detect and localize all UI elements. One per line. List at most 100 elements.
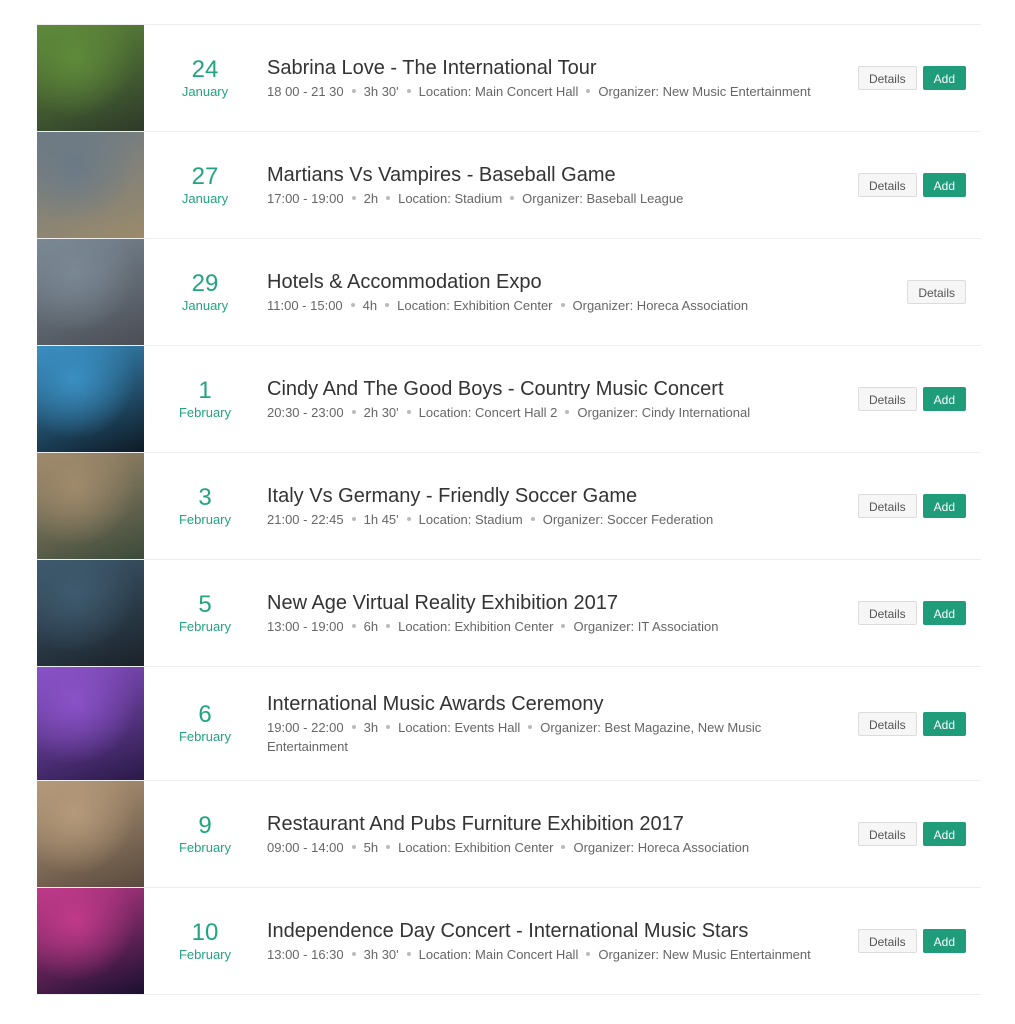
event-title[interactable]: Independence Day Concert - International… — [267, 919, 841, 943]
add-button[interactable]: Add — [922, 711, 966, 736]
separator-dot — [351, 624, 356, 629]
event-month: February — [178, 729, 232, 744]
event-actions: Details Add — [857, 888, 966, 994]
event-row: 9 February Restaurant And Pubs Furniture… — [37, 781, 981, 888]
event-location: Location: Events Hall — [398, 719, 521, 735]
add-button[interactable]: Add — [922, 601, 966, 625]
event-date: 29 January — [144, 239, 266, 345]
details-button[interactable]: Details — [857, 494, 917, 518]
event-title[interactable]: Martians Vs Vampires - Baseball Game — [267, 163, 841, 187]
event-thumbnail[interactable] — [37, 667, 144, 780]
event-duration: 3h — [363, 719, 379, 735]
event-location: Location: Concert Hall 2 — [418, 404, 558, 420]
event-location: Location: Main Concert Hall — [418, 946, 579, 962]
event-time: 21:00 - 22:45 — [267, 511, 344, 527]
event-thumbnail[interactable] — [37, 453, 144, 559]
event-row: 27 January Martians Vs Vampires - Baseba… — [37, 132, 981, 239]
details-button[interactable]: Details — [857, 929, 917, 953]
event-location: Location: Stadium — [398, 190, 503, 206]
event-thumbnail[interactable] — [37, 560, 144, 666]
event-day: 29 — [191, 269, 219, 297]
event-day: 9 — [198, 811, 212, 839]
event-thumbnail[interactable] — [37, 888, 144, 994]
event-date: 10 February — [144, 888, 266, 994]
event-title[interactable]: Sabrina Love - The International Tour — [267, 56, 841, 80]
events-list: 24 January Sabrina Love - The Internatio… — [37, 24, 981, 995]
event-thumbnail[interactable] — [37, 132, 144, 238]
separator-dot — [351, 725, 356, 730]
event-organizer: Organizer: IT Association — [573, 618, 719, 634]
event-thumbnail[interactable] — [37, 239, 144, 345]
event-row: 24 January Sabrina Love - The Internatio… — [37, 25, 981, 132]
event-meta: 18 00 - 21 30 3h 30' Location: Main Concer… — [267, 82, 841, 101]
event-location: Location: Stadium — [418, 511, 523, 527]
event-date: 6 February — [144, 667, 266, 780]
event-time: 18 00 - 21 30 — [267, 83, 344, 99]
event-duration: 6h — [363, 618, 379, 634]
separator-dot — [386, 624, 391, 629]
details-button[interactable]: Details — [857, 601, 917, 625]
event-date: 27 January — [144, 132, 266, 238]
separator-dot — [565, 410, 570, 415]
event-info: New Age Virtual Reality Exhibition 2017 … — [267, 560, 841, 666]
event-title[interactable]: New Age Virtual Reality Exhibition 2017 — [267, 591, 841, 615]
event-date: 5 February — [144, 560, 266, 666]
details-button[interactable]: Details — [857, 66, 917, 90]
details-button[interactable]: Details — [907, 280, 966, 304]
event-title[interactable]: Italy Vs Germany - Friendly Soccer Game — [267, 484, 841, 508]
event-date: 9 February — [144, 781, 266, 887]
separator-dot — [530, 517, 535, 522]
event-date: 24 January — [144, 25, 266, 131]
separator-dot — [586, 952, 591, 957]
event-location: Location: Exhibition Center — [398, 618, 554, 634]
separator-dot — [386, 845, 391, 850]
event-actions: Details Add — [857, 346, 966, 452]
add-button[interactable]: Add — [922, 66, 966, 90]
details-button[interactable]: Details — [857, 387, 917, 411]
separator-dot — [351, 845, 356, 850]
event-time: 09:00 - 14:00 — [267, 839, 344, 855]
event-month: January — [181, 297, 229, 313]
separator-dot — [386, 725, 391, 730]
event-duration: 2h — [363, 190, 379, 206]
event-meta: 13:00 - 19:00 6h Location: Exhibition Cent… — [267, 617, 841, 636]
event-info: Independence Day Concert - International… — [267, 888, 841, 994]
separator-dot — [561, 845, 566, 850]
add-button[interactable]: Add — [922, 494, 966, 518]
details-button[interactable]: Details — [857, 711, 917, 736]
add-button[interactable]: Add — [922, 822, 966, 846]
event-organizer: Organizer: Horeca Association — [573, 839, 750, 855]
add-button[interactable]: Add — [922, 387, 966, 411]
event-info: Cindy And The Good Boys - Country Music … — [267, 346, 841, 452]
event-title[interactable]: Cindy And The Good Boys - Country Music … — [267, 377, 841, 401]
add-button[interactable]: Add — [922, 929, 966, 953]
event-title[interactable]: International Music Awards Ceremony — [267, 692, 841, 716]
add-button[interactable]: Add — [922, 173, 966, 197]
event-month: February — [178, 839, 232, 855]
event-thumbnail[interactable] — [37, 781, 144, 887]
event-actions: Details Add — [857, 25, 966, 131]
event-info: Hotels & Accommodation Expo 11:00 - 15:0… — [267, 239, 841, 345]
event-title[interactable]: Hotels & Accommodation Expo — [267, 270, 841, 294]
separator-dot — [560, 303, 565, 308]
event-thumbnail[interactable] — [37, 346, 144, 452]
event-organizer: Organizer: Cindy International — [577, 404, 751, 420]
event-day: 10 — [191, 918, 219, 946]
event-thumbnail[interactable] — [37, 25, 144, 131]
event-title[interactable]: Restaurant And Pubs Furniture Exhibition… — [267, 812, 841, 836]
event-duration: 3h 30' — [363, 946, 399, 962]
event-meta: 17:00 - 19:00 2h Location: Stadium Organize… — [267, 189, 841, 208]
separator-dot — [528, 725, 533, 730]
event-day: 1 — [198, 376, 212, 404]
event-actions: Details Add — [857, 453, 966, 559]
event-location: Location: Main Concert Hall — [418, 83, 579, 99]
event-meta: 11:00 - 15:00 4h Location: Exhibition Cent… — [267, 296, 841, 315]
event-duration: 2h 30' — [363, 404, 399, 420]
event-meta: 09:00 - 14:00 5h Location: Exhibition Cent… — [267, 838, 841, 857]
event-day: 24 — [191, 55, 219, 83]
separator-dot — [406, 410, 411, 415]
details-button[interactable]: Details — [857, 822, 917, 846]
event-location: Location: Exhibition Center — [397, 297, 553, 313]
event-info: Martians Vs Vampires - Baseball Game 17:… — [267, 132, 841, 238]
details-button[interactable]: Details — [857, 173, 917, 197]
